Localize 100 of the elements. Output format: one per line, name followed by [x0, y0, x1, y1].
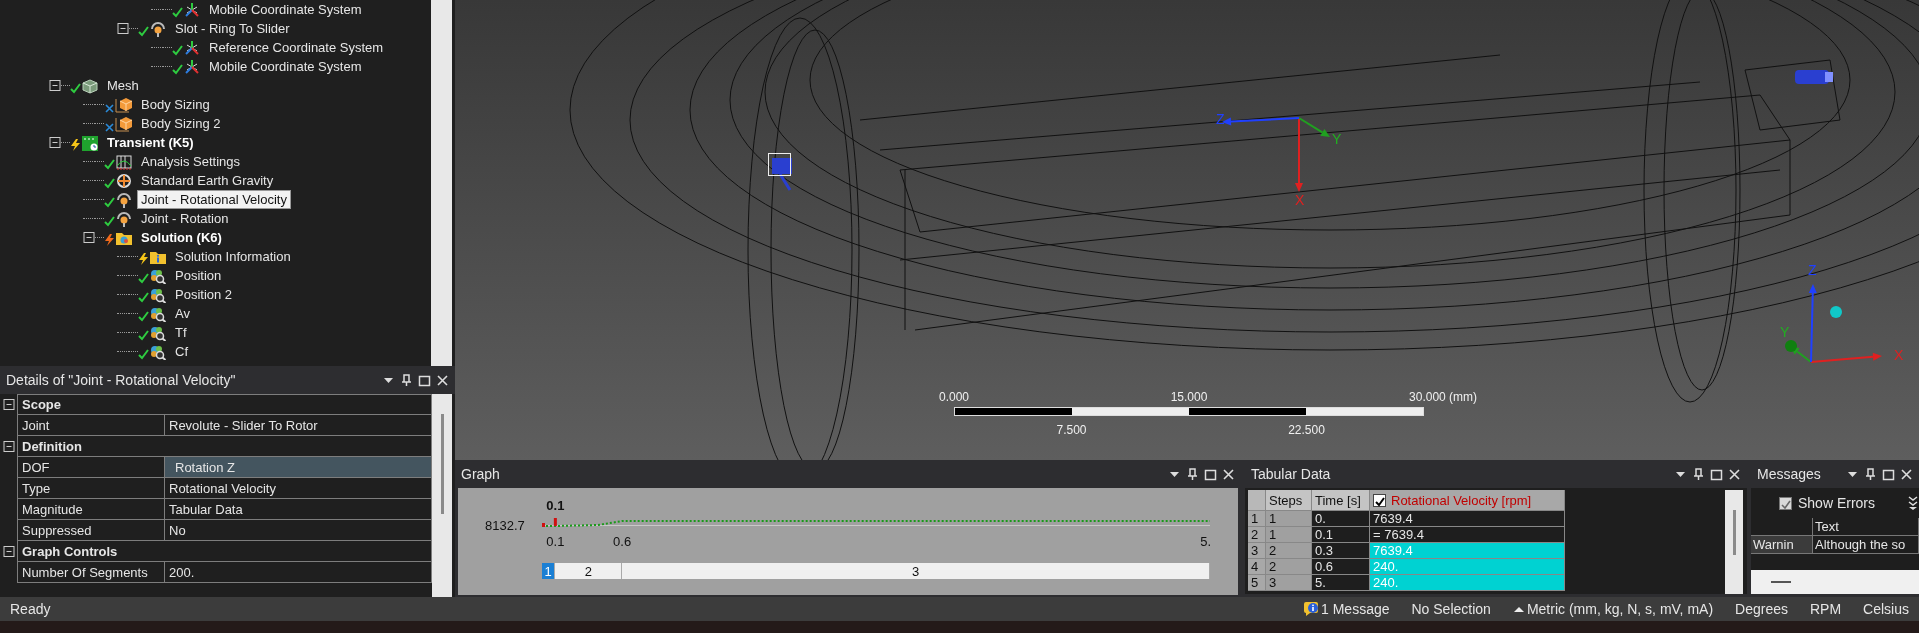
pin-icon[interactable]	[1692, 467, 1705, 481]
tree-item[interactable]: Mobile Coordinate System	[205, 0, 366, 19]
status-text[interactable]: RPM	[1809, 601, 1842, 617]
status-text: No Selection	[1411, 601, 1491, 617]
axis-tick-label: 5.	[1200, 534, 1212, 549]
collapse-icon[interactable]	[117, 23, 129, 34]
scale-label: 22.500	[1288, 423, 1325, 437]
close-icon[interactable]	[1728, 467, 1741, 481]
pin-icon[interactable]	[400, 373, 413, 387]
status-text[interactable]: Celsius	[1863, 601, 1909, 617]
status-text[interactable]: 1 Message	[1321, 601, 1390, 617]
property-value[interactable]: 200.	[165, 562, 432, 583]
scrollbar[interactable]	[432, 394, 452, 597]
tree-item[interactable]: Position 2	[171, 285, 237, 304]
pin-icon[interactable]	[1864, 467, 1877, 481]
clock-icon	[81, 134, 99, 151]
axis-tick-label: 0.1	[546, 534, 565, 549]
table-cell: 0.1	[1312, 527, 1370, 543]
property-value[interactable]: No	[165, 520, 432, 541]
joint-marker-icon[interactable]	[1795, 70, 1833, 84]
close-icon[interactable]	[436, 373, 449, 387]
status-text: Ready	[10, 601, 51, 617]
maximize-icon[interactable]	[418, 373, 431, 387]
status-text[interactable]: Degrees	[1735, 601, 1788, 617]
property-value[interactable]: Tabular Data	[165, 499, 432, 520]
collapse-icon[interactable]	[2, 399, 15, 410]
scrollbar[interactable]	[431, 0, 452, 366]
tree-item[interactable]: Solution Information	[171, 247, 295, 266]
table-cell: Although the so	[1813, 536, 1919, 554]
result-icon	[149, 286, 167, 303]
tree-item[interactable]: Joint - Rotational Velocity	[137, 190, 291, 209]
tree-item[interactable]: Joint - Rotation	[137, 209, 233, 228]
scale-label: 7.500	[1056, 423, 1087, 437]
mesh-cube-icon	[81, 77, 99, 94]
collapse-icon[interactable]	[2, 441, 15, 452]
tree-item[interactable]: Reference Coordinate System	[205, 38, 388, 57]
maximize-icon[interactable]	[1710, 467, 1723, 481]
tree-item[interactable]: Cf	[171, 342, 192, 361]
row-number: 2	[1248, 527, 1266, 543]
collapse-icon[interactable]	[83, 232, 95, 243]
tree-item[interactable]: Position	[171, 266, 226, 285]
viewport-background[interactable]: Z Y X Z Y X 0.000 15.000 30.000 (mm) 7.500 22.500	[455, 0, 1919, 460]
row-number: 3	[1248, 543, 1266, 559]
maximize-icon[interactable]	[1204, 467, 1217, 481]
tree-item[interactable]: Body Sizing	[137, 95, 214, 114]
message-icon[interactable]	[1303, 601, 1319, 617]
axis-label: Z	[1216, 111, 1225, 127]
joint-icon	[149, 20, 167, 37]
tree-item[interactable]: Solution (K6)	[137, 228, 226, 247]
result-icon	[149, 305, 167, 322]
gravity-icon	[115, 172, 133, 189]
tree-item[interactable]: Analysis Settings	[137, 152, 244, 171]
status-text[interactable]: Metric (mm, kg, N, s, mV, mA)	[1526, 601, 1714, 617]
axis-label: Y	[1332, 131, 1342, 147]
up-triangle-icon[interactable]	[1512, 604, 1525, 614]
row-number: 1	[1248, 511, 1266, 527]
scale-label: 15.000	[1170, 390, 1208, 404]
tree-item[interactable]: Mobile Coordinate System	[205, 57, 366, 76]
step-tab[interactable]: 1	[542, 563, 556, 579]
collapse-icon[interactable]	[49, 137, 61, 148]
property-value[interactable]: Rotational Velocity	[165, 478, 432, 499]
close-icon[interactable]	[1900, 467, 1913, 481]
property-value[interactable]: Revolute - Slider To Rotor	[165, 415, 432, 436]
panel-title: Tabular Data	[1251, 466, 1331, 482]
section-header[interactable]: Graph Controls	[17, 541, 432, 562]
tree-item[interactable]: Transient (K5)	[103, 133, 198, 152]
table-cell: 2	[1266, 543, 1312, 559]
joint-icon	[115, 191, 133, 208]
property-label: Type	[17, 478, 165, 499]
collapse-icon[interactable]	[49, 80, 61, 91]
marker-label: 0.1	[546, 498, 565, 513]
property-label: Suppressed	[17, 520, 165, 541]
tree-item[interactable]: Slot - Ring To Slider	[171, 19, 294, 38]
joint-marker-icon[interactable]	[768, 153, 792, 191]
column-header: Rotational Velocity [rpm]	[1391, 492, 1532, 508]
grid-icon	[115, 153, 133, 170]
maximize-icon[interactable]	[1882, 467, 1895, 481]
row-number: 4	[1248, 559, 1266, 575]
column-header: Text	[1813, 518, 1919, 536]
table-cell: 2	[1266, 559, 1312, 575]
tree-item[interactable]: Mesh	[103, 76, 143, 95]
axes-icon	[183, 1, 201, 18]
close-icon[interactable]	[1222, 467, 1235, 481]
panel-title: Messages	[1757, 466, 1821, 482]
row-number: 5	[1248, 575, 1266, 591]
checkbox[interactable]	[1779, 496, 1792, 510]
collapse-icon[interactable]	[2, 546, 15, 557]
table-cell[interactable]: 7639.4	[1370, 511, 1565, 527]
pin-icon[interactable]	[1186, 467, 1199, 481]
checkbox[interactable]	[1373, 493, 1386, 507]
column-header: Steps	[1266, 490, 1312, 511]
tree-item[interactable]: Standard Earth Gravity	[137, 171, 278, 190]
tree-item[interactable]: Tf	[171, 323, 191, 342]
tree-item[interactable]: Av	[171, 304, 194, 323]
section-header[interactable]: Scope	[17, 394, 432, 415]
property-value[interactable]: Rotation Z	[165, 457, 432, 478]
tree-item[interactable]: Body Sizing 2	[137, 114, 225, 133]
axes-icon	[183, 58, 201, 75]
overflow-icon[interactable]	[1907, 495, 1919, 511]
scrollbar[interactable]	[1725, 490, 1743, 594]
